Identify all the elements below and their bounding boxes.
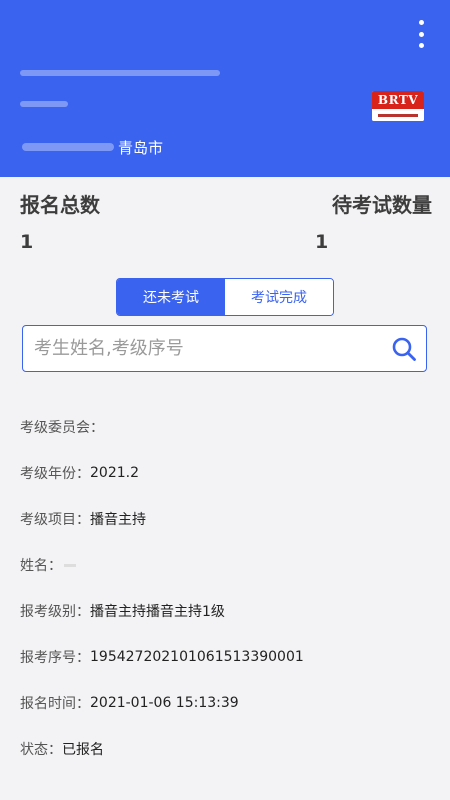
time-value: 2021-01-06 15:13:39: [90, 695, 239, 711]
registration-details: 考级委员会： 考级年份： 2021.2 考级项目： 播音主持 姓名： 报考级别：…: [20, 404, 440, 772]
exam-status-tabs: 还未考试 考试完成: [116, 278, 334, 316]
detail-row-status: 状态： 已报名: [20, 726, 440, 772]
more-dot-icon: [418, 20, 424, 25]
user-location: 青岛市: [22, 136, 163, 158]
subject-label: 考级项目：: [20, 512, 90, 528]
detail-row-year: 考级年份： 2021.2: [20, 450, 440, 496]
total-registrations-label: 报名总数: [20, 193, 100, 217]
masked-info-line: [20, 101, 68, 107]
status-label: 状态：: [20, 742, 62, 758]
city-label: 青岛市: [118, 138, 164, 157]
detail-row-time: 报名时间： 2021-01-06 15:13:39: [20, 680, 440, 726]
logo-text: BRTV: [372, 91, 424, 109]
subject-value: 播音主持: [90, 512, 146, 528]
stats-panel: 报名总数 1 待考试数量 1: [0, 177, 450, 267]
masked-info-line: [20, 70, 220, 76]
serial-value: 195427202101061513390001: [90, 649, 304, 665]
search-input[interactable]: [23, 326, 382, 371]
serial-label: 报考序号：: [20, 650, 90, 666]
pending-exams-value: 1: [315, 231, 329, 253]
time-label: 报名时间：: [20, 696, 90, 712]
logo-subtitle-mark: [378, 113, 418, 117]
detail-row-serial: 报考序号： 195427202101061513390001: [20, 634, 440, 680]
year-label: 考级年份：: [20, 466, 90, 482]
detail-row-committee: 考级委员会：: [20, 404, 440, 450]
committee-label: 考级委员会：: [20, 420, 104, 436]
pending-exams-label: 待考试数量: [332, 193, 432, 217]
name-label: 姓名：: [20, 558, 62, 574]
year-value: 2021.2: [90, 465, 139, 481]
masked-id: [22, 143, 114, 151]
detail-row-name: 姓名：: [20, 542, 440, 588]
tab-exam-completed[interactable]: 考试完成: [225, 279, 333, 315]
more-dot-icon: [418, 31, 424, 37]
detail-row-subject: 考级项目： 播音主持: [20, 496, 440, 542]
search-bar: [22, 325, 427, 372]
brtv-logo: BRTV: [372, 91, 424, 121]
detail-row-level: 报考级别： 播音主持播音主持1级: [20, 588, 440, 634]
more-dot-icon: [418, 43, 424, 48]
more-menu-button[interactable]: [414, 20, 428, 48]
total-registrations-value: 1: [20, 231, 34, 253]
level-label: 报考级别：: [20, 604, 90, 620]
header-bar: 青岛市 BRTV: [0, 0, 450, 177]
search-icon[interactable]: [382, 327, 426, 371]
tab-not-yet-examined[interactable]: 还未考试: [117, 279, 225, 315]
masked-name: [64, 563, 76, 567]
status-value: 已报名: [62, 742, 104, 758]
level-value: 播音主持播音主持1级: [90, 604, 225, 620]
